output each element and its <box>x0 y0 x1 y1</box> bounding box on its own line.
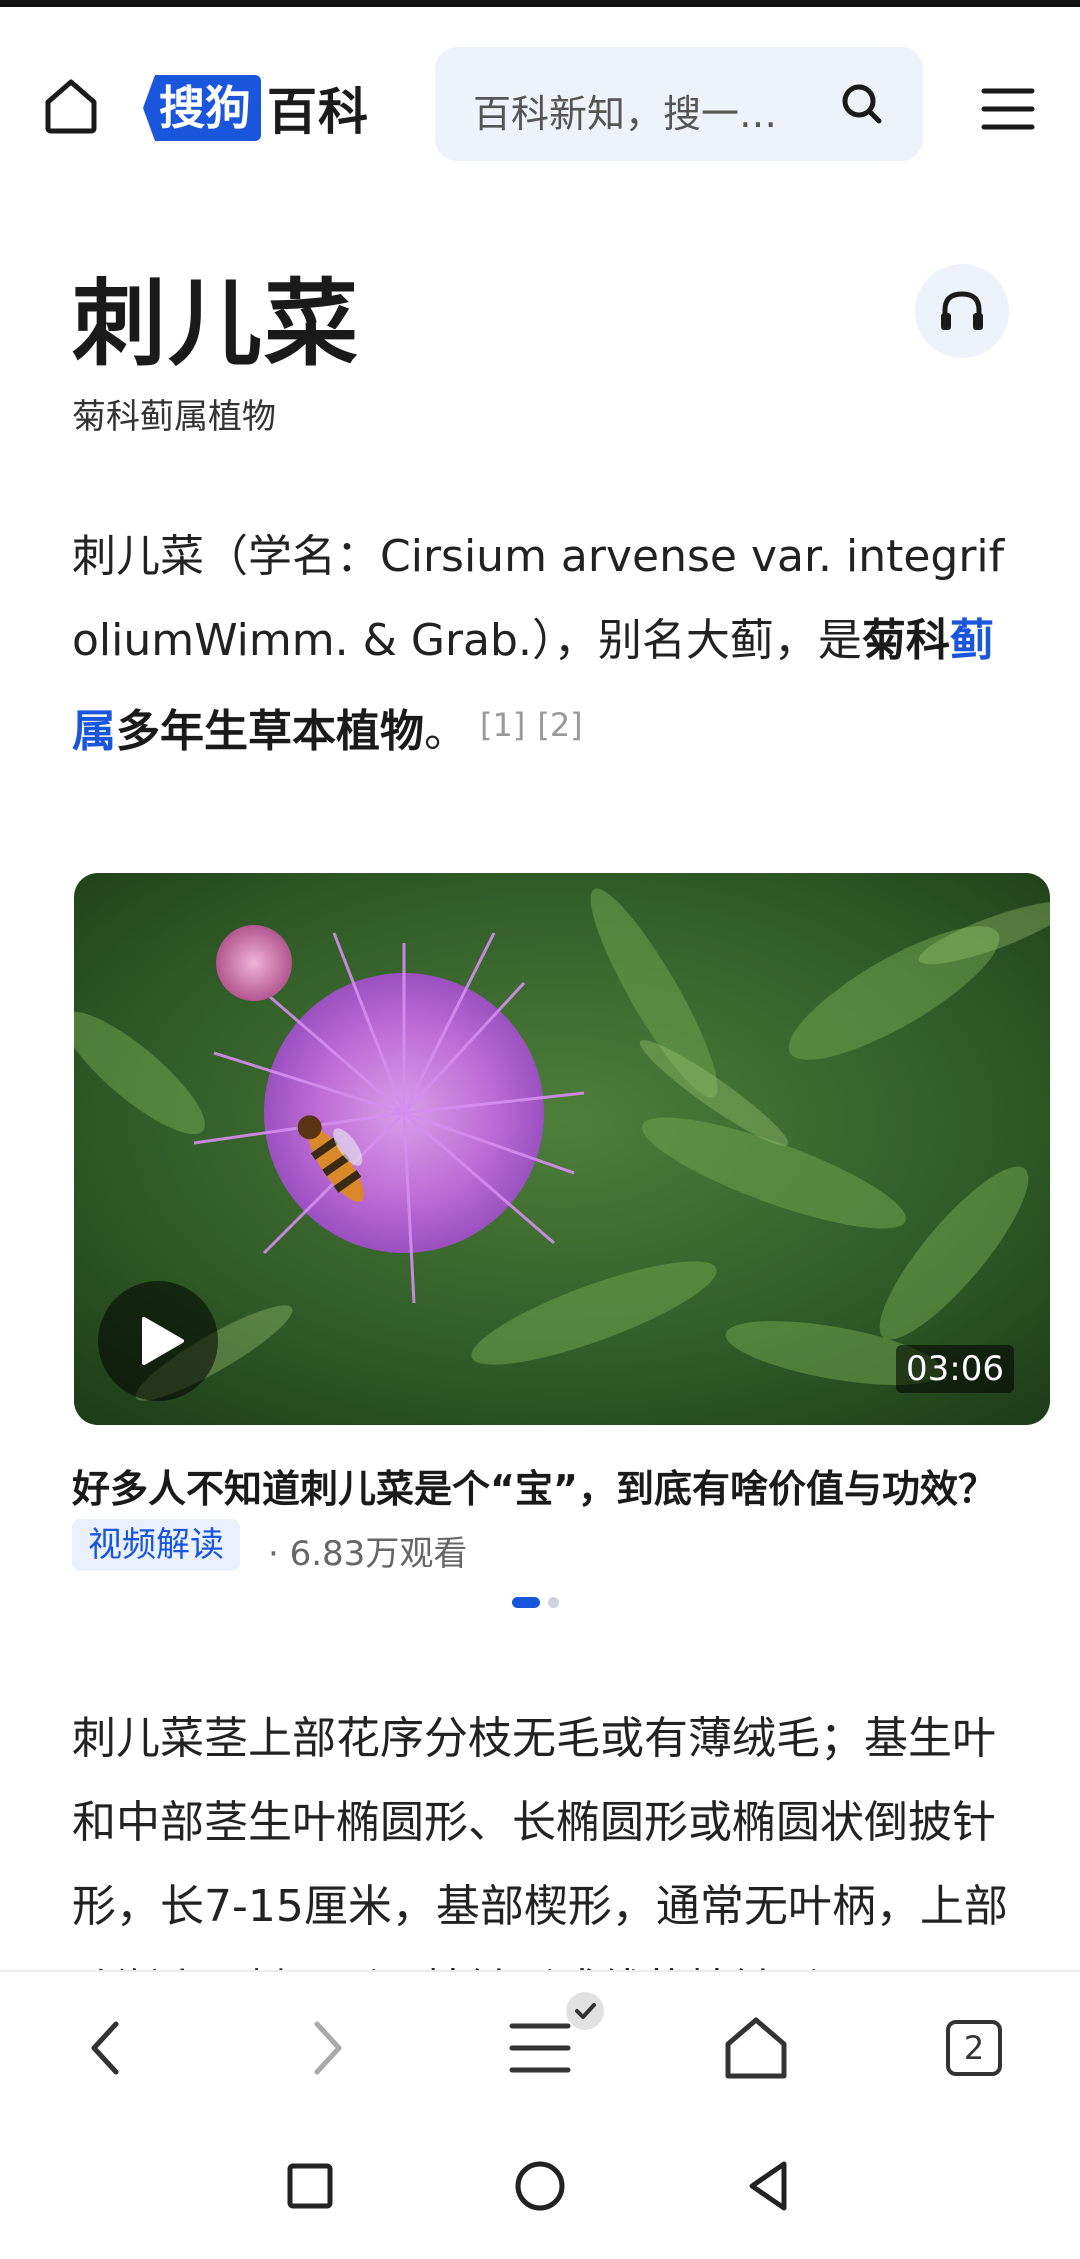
reference-2[interactable]: [2] <box>537 706 582 744</box>
browser-toolbar: 2 <box>0 1970 1080 2120</box>
carousel-indicator <box>512 1597 559 1608</box>
search-icon[interactable] <box>839 81 885 127</box>
reference-1[interactable]: [1] <box>480 706 525 744</box>
video-tag[interactable]: 视频解读 <box>72 1519 240 1571</box>
video-duration: 03:06 <box>896 1345 1014 1393</box>
top-header: 搜狗 百科 百科新知，搜一… <box>0 7 1080 197</box>
entry-subtitle: 菊科蓟属植物 <box>72 397 276 437</box>
intro-end: 。 <box>424 706 468 757</box>
chevron-right-icon[interactable] <box>285 2008 365 2088</box>
entry-intro: 刺儿菜（学名：Cirsium arvense var. integrifoliu… <box>72 515 1012 774</box>
system-navigation-bar <box>0 2120 1080 2259</box>
status-bar <box>0 0 1080 7</box>
tab-count: 2 <box>946 2020 1002 2076</box>
thistle-flower-image <box>74 873 1050 1425</box>
logo-sogou: 搜狗 <box>143 75 261 141</box>
system-home-icon[interactable] <box>510 2156 570 2216</box>
video-thumbnail[interactable]: 03:06 <box>74 873 1050 1425</box>
play-icon[interactable] <box>98 1281 218 1401</box>
intro-type: 多年生草本植物 <box>116 706 424 757</box>
hamburger-menu-icon[interactable] <box>980 85 1036 133</box>
video-view-count: · 6.83万观看 <box>268 1534 468 1574</box>
carousel-dot <box>548 1597 559 1608</box>
browser-home-icon[interactable] <box>716 2008 796 2088</box>
sogou-baike-logo[interactable]: 搜狗 百科 <box>143 73 369 143</box>
chevron-left-icon[interactable] <box>68 2008 148 2088</box>
carousel-dot-active <box>512 1597 540 1608</box>
check-icon <box>566 1992 604 2030</box>
home-icon[interactable] <box>40 75 102 137</box>
video-title[interactable]: 好多人不知道刺儿菜是个“宝”，到底有啥价值与功效？ <box>72 1458 1042 1513</box>
search-placeholder: 百科新知，搜一… <box>473 92 778 136</box>
search-input[interactable]: 百科新知，搜一… <box>435 47 923 161</box>
tabs-icon[interactable]: 2 <box>932 2008 1012 2088</box>
recent-apps-icon[interactable] <box>280 2156 340 2216</box>
entry-title: 刺儿菜 <box>72 270 361 379</box>
intro-family: 菊科 <box>861 615 950 666</box>
logo-baike: 百科 <box>267 83 369 141</box>
system-back-icon[interactable] <box>740 2156 800 2216</box>
headphones-icon[interactable] <box>915 264 1009 358</box>
entry-body-paragraph: 刺儿菜茎上部花序分枝无毛或有薄绒毛；基生叶和中部茎生叶椭圆形、长椭圆形或椭圆状倒… <box>72 1713 1008 1970</box>
